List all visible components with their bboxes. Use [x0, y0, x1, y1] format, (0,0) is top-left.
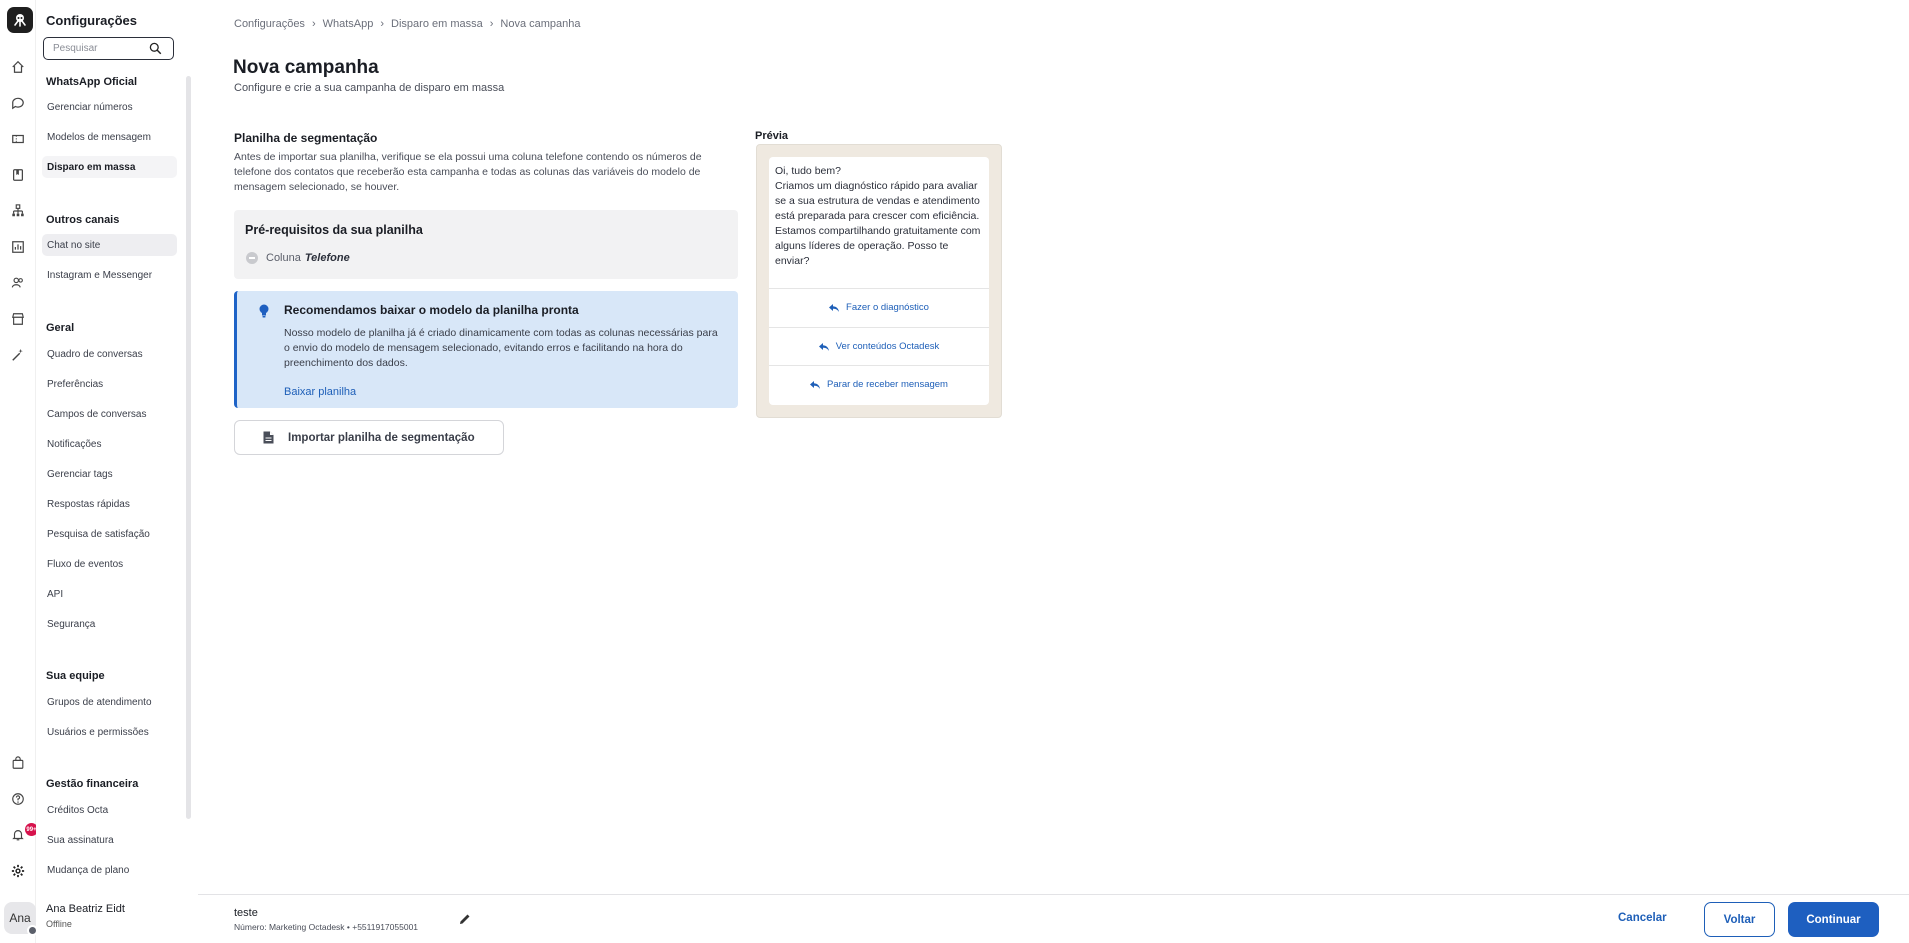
sidebar-item-gerenciar-tags[interactable]: Gerenciar tags — [42, 463, 177, 485]
section-whatsapp-oficial: WhatsApp Oficial — [46, 76, 138, 88]
prerequisites-title: Pré-requisitos da sua planilha — [245, 223, 423, 237]
back-button[interactable]: Voltar — [1704, 902, 1775, 937]
sidebar-item-grupos-atendimento[interactable]: Grupos de atendimento — [42, 691, 177, 713]
recommendation-text: Nosso modelo de planilha já é criado din… — [284, 327, 718, 369]
sender-number: Número: Marketing Octadesk • +5511917055… — [234, 922, 419, 932]
chevron-right-icon: › — [380, 18, 385, 30]
import-spreadsheet-button[interactable]: Importar planilha de segmentação — [234, 420, 504, 455]
book-icon[interactable] — [9, 166, 27, 184]
prerequisite-label: Coluna — [266, 252, 301, 264]
ticket-icon[interactable] — [9, 130, 27, 148]
profile-status: Offline — [46, 919, 72, 929]
message-bubble: Oi, tudo bem? Criamos um diagnóstico ráp… — [769, 157, 989, 405]
sidebar-item-seguranca[interactable]: Segurança — [42, 613, 177, 635]
sidebar-item-preferencias[interactable]: Preferências — [42, 373, 177, 395]
breadcrumb: Configurações › WhatsApp › Disparo em ma… — [234, 18, 581, 30]
cancel-button[interactable]: Cancelar — [1618, 912, 1667, 924]
sidebar-item-mudanca-plano[interactable]: Mudança de plano — [42, 859, 177, 881]
quick-reply-button[interactable]: Fazer o diagnóstico — [769, 288, 989, 326]
store-icon[interactable] — [9, 310, 27, 328]
sidebar-item-quadro-conversas[interactable]: Quadro de conversas — [42, 343, 177, 365]
edit-icon[interactable] — [459, 913, 471, 925]
search-box[interactable] — [43, 37, 174, 60]
quick-reply-label: Fazer o diagnóstico — [846, 302, 929, 313]
page-subtitle: Configure e crie a sua campanha de dispa… — [234, 82, 505, 94]
chat-icon[interactable] — [9, 94, 27, 112]
section-sua-equipe: Sua equipe — [46, 670, 105, 682]
sidebar-item-notificacoes[interactable]: Notificações — [42, 433, 177, 455]
sidebar-item-modelos-mensagem[interactable]: Modelos de mensagem — [42, 126, 177, 148]
footer-bar: teste Número: Marketing Octadesk • +5511… — [198, 894, 1909, 943]
sidebar-title: Configurações — [46, 13, 138, 28]
sidebar-item-respostas-rapidas[interactable]: Respostas rápidas — [42, 493, 177, 515]
sidebar-item-instagram-messenger[interactable]: Instagram e Messenger — [42, 264, 177, 286]
reply-icon — [810, 380, 821, 389]
preview-label: Prévia — [755, 130, 789, 142]
reply-icon — [829, 303, 840, 312]
sidebar-item-fluxo-eventos[interactable]: Fluxo de eventos — [42, 553, 177, 575]
octopus-icon — [14, 14, 26, 27]
sidebar-item-pesquisa-satisfacao[interactable]: Pesquisa de satisfação — [42, 523, 177, 545]
org-chart-icon[interactable] — [9, 202, 27, 220]
quick-reply-button[interactable]: Parar de receber mensagem — [769, 365, 989, 403]
profile-name[interactable]: Ana Beatriz Eidt — [46, 903, 125, 915]
message-text: Oi, tudo bem? Criamos um diagnóstico ráp… — [775, 165, 981, 267]
home-icon[interactable] — [9, 58, 27, 76]
section-geral: Geral — [46, 322, 75, 334]
prerequisites-panel: Pré-requisitos da sua planilha Coluna Te… — [234, 210, 738, 279]
section-gestao-financeira: Gestão financeira — [46, 778, 139, 790]
sidebar-item-usuarios-permissoes[interactable]: Usuários e permissões — [42, 721, 177, 743]
help-icon[interactable] — [9, 790, 27, 808]
search-input[interactable] — [53, 43, 149, 54]
minus-circle-icon — [246, 252, 258, 264]
sidebar-scrollbar[interactable] — [186, 76, 191, 819]
recommendation-title: Recomendamos baixar o modelo da planilha… — [284, 303, 579, 317]
gear-icon[interactable] — [9, 862, 27, 880]
campaign-name: teste — [234, 907, 258, 919]
page-title: Nova campanha — [233, 57, 379, 78]
search-icon[interactable] — [149, 42, 162, 55]
quick-reply-button[interactable]: Ver conteúdos Octadesk — [769, 327, 989, 365]
recommendation-callout: Recomendamos baixar o modelo da planilha… — [234, 291, 738, 408]
magic-wand-icon[interactable] — [9, 346, 27, 364]
reports-icon[interactable] — [9, 238, 27, 256]
shopping-bag-icon[interactable] — [9, 754, 27, 772]
prerequisite-value: Telefone — [304, 252, 350, 264]
message-preview: Oi, tudo bem? Criamos um diagnóstico ráp… — [756, 144, 1002, 418]
breadcrumb-whatsapp[interactable]: WhatsApp — [323, 18, 374, 30]
sidebar-item-chat-no-site[interactable]: Chat no site — [42, 234, 177, 256]
reply-icon — [818, 342, 829, 351]
file-icon — [263, 431, 274, 444]
lightbulb-icon — [259, 304, 269, 318]
continue-button[interactable]: Continuar — [1788, 902, 1879, 937]
breadcrumb-nova-campanha: Nova campanha — [500, 18, 581, 30]
chevron-right-icon: › — [489, 18, 494, 30]
segmentation-title: Planilha de segmentação — [234, 131, 378, 145]
chevron-right-icon: › — [311, 18, 316, 30]
import-button-label: Importar planilha de segmentação — [288, 431, 475, 444]
sidebar-item-disparo-em-massa[interactable]: Disparo em massa — [42, 156, 177, 178]
section-outros-canais: Outros canais — [46, 214, 120, 226]
sidebar-item-gerenciar-numeros[interactable]: Gerenciar números — [42, 96, 177, 118]
icon-rail: 99+ Ana — [0, 0, 38, 943]
settings-sidebar: Configurações WhatsApp Oficial Gerenciar… — [36, 0, 198, 943]
sidebar-item-api[interactable]: API — [42, 583, 177, 605]
sidebar-item-sua-assinatura[interactable]: Sua assinatura — [42, 829, 177, 851]
prerequisite-item: Coluna Telefone — [246, 252, 350, 264]
contacts-icon[interactable] — [9, 274, 27, 292]
sidebar-item-creditos-octa[interactable]: Créditos Octa — [42, 799, 177, 821]
download-spreadsheet-link[interactable]: Baixar planilha — [284, 386, 356, 398]
sidebar-item-campos-conversas[interactable]: Campos de conversas — [42, 403, 177, 425]
segmentation-description: Antes de importar sua planilha, verifiqu… — [234, 151, 702, 193]
octadesk-logo[interactable] — [7, 7, 33, 33]
quick-reply-label: Parar de receber mensagem — [827, 379, 948, 390]
breadcrumb-disparo-em-massa[interactable]: Disparo em massa — [391, 18, 483, 30]
breadcrumb-configuracoes[interactable]: Configurações — [234, 18, 305, 30]
quick-reply-label: Ver conteúdos Octadesk — [835, 341, 940, 352]
